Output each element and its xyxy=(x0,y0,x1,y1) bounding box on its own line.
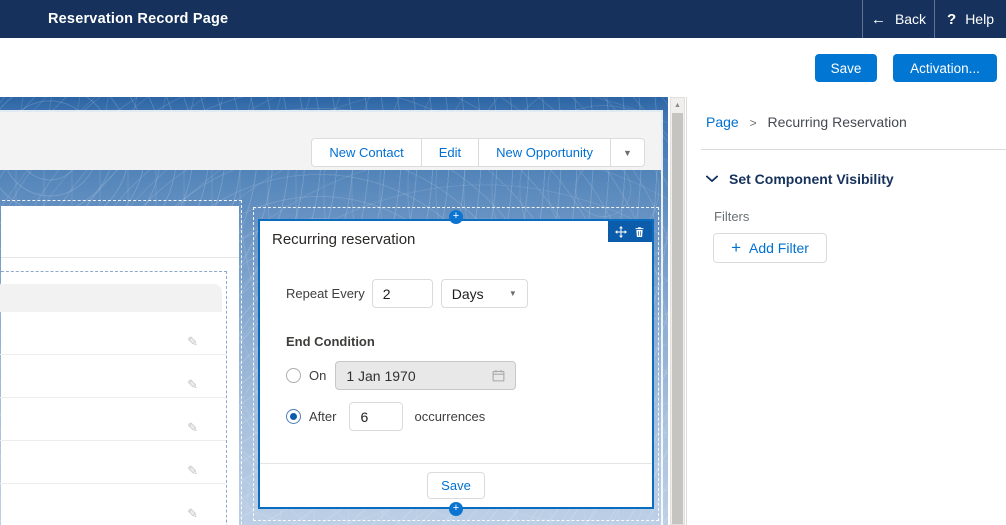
breadcrumb-page-link[interactable]: Page xyxy=(706,114,739,130)
frequency-select[interactable]: Days ▼ xyxy=(441,279,528,308)
component-title: Recurring reservation xyxy=(260,221,652,248)
field-section-header xyxy=(0,284,222,312)
end-after-row: After 6 occurrences xyxy=(286,402,652,431)
after-radio[interactable] xyxy=(286,409,301,424)
component-footer: Save xyxy=(260,463,652,507)
on-date-value: 1 Jan 1970 xyxy=(346,368,415,384)
record-detail-fields-region: ✎ ✎ ✎ ✎ ✎ xyxy=(0,271,227,525)
repeat-every-label: Repeat Every xyxy=(286,286,365,301)
help-button[interactable]: ? Help xyxy=(934,0,1006,38)
chevron-down-icon: ▼ xyxy=(509,289,517,298)
canvas-region-right[interactable]: + Recurring reservation xyxy=(253,207,659,521)
chevron-down-icon: ▼ xyxy=(623,148,632,158)
pencil-icon[interactable]: ✎ xyxy=(187,335,198,348)
add-filter-label: Add Filter xyxy=(749,240,809,256)
page-title: Reservation Record Page xyxy=(48,0,228,38)
on-label: On xyxy=(309,368,326,383)
add-filter-button[interactable]: + Add Filter xyxy=(713,233,827,263)
plus-circle-icon-top[interactable]: + xyxy=(449,210,463,224)
move-icon[interactable] xyxy=(615,226,627,238)
back-button[interactable]: ← Back xyxy=(862,0,934,38)
help-button-label: Help xyxy=(965,11,994,27)
trash-icon[interactable] xyxy=(634,226,645,238)
arrow-left-icon: ← xyxy=(871,11,886,28)
frequency-value: Days xyxy=(452,286,484,302)
back-button-label: Back xyxy=(895,11,926,27)
end-condition-label: End Condition xyxy=(286,334,652,349)
after-occurrences-input[interactable]: 6 xyxy=(349,402,403,431)
filters-label: Filters xyxy=(714,209,1006,224)
breadcrumb-current: Recurring Reservation xyxy=(768,114,907,130)
activation-button[interactable]: Activation... xyxy=(893,54,997,82)
scroll-up-icon[interactable]: ▲ xyxy=(671,98,684,112)
record-highlights-panel[interactable]: New Contact Edit New Opportunity ▼ xyxy=(0,112,661,170)
question-mark-icon: ? xyxy=(947,11,956,28)
repeat-every-input[interactable]: 2 xyxy=(372,279,433,308)
after-label: After xyxy=(309,409,336,424)
field-row: ✎ xyxy=(0,398,226,441)
component-visibility-title: Set Component Visibility xyxy=(729,171,894,187)
recurring-reservation-component[interactable]: Recurring reservation Repeat Every 2 Day… xyxy=(258,219,654,509)
component-toolbar xyxy=(608,221,652,242)
page-canvas: New Contact Edit New Opportunity ▼ ✎ ✎ ✎… xyxy=(0,97,668,525)
chevron-down-icon xyxy=(706,175,718,183)
plus-circle-icon-bottom[interactable]: + xyxy=(449,502,463,516)
component-visibility-section-toggle[interactable]: Set Component Visibility xyxy=(706,171,1006,187)
edit-button[interactable]: Edit xyxy=(422,138,479,167)
builder-action-bar: Save Activation... xyxy=(0,38,1006,97)
on-date-input[interactable]: 1 Jan 1970 xyxy=(335,361,516,390)
builder-header: Reservation Record Page ← Back ? Help xyxy=(0,0,1006,38)
calendar-icon xyxy=(492,369,505,382)
canvas-scrollbar[interactable]: ▲ xyxy=(670,97,685,525)
pencil-icon[interactable]: ✎ xyxy=(187,507,198,520)
record-detail-component[interactable]: ✎ ✎ ✎ ✎ ✎ xyxy=(1,206,239,525)
properties-panel: Page > Recurring Reservation Set Compone… xyxy=(686,97,1006,525)
canvas-region-left[interactable]: ✎ ✎ ✎ ✎ ✎ xyxy=(0,200,242,525)
pencil-icon[interactable]: ✎ xyxy=(187,421,198,434)
occurrences-label: occurrences xyxy=(414,409,485,424)
field-row: ✎ xyxy=(0,484,226,525)
pencil-icon[interactable]: ✎ xyxy=(187,464,198,477)
record-action-group: New Contact Edit New Opportunity ▼ xyxy=(311,138,645,167)
end-on-row: On 1 Jan 1970 xyxy=(286,361,652,390)
breadcrumb-separator: > xyxy=(750,116,757,130)
field-row: ✎ xyxy=(0,355,226,398)
on-radio[interactable] xyxy=(286,368,301,383)
pencil-icon[interactable]: ✎ xyxy=(187,378,198,391)
new-opportunity-button[interactable]: New Opportunity xyxy=(479,138,611,167)
breadcrumb: Page > Recurring Reservation xyxy=(706,114,1006,130)
field-row: ✎ xyxy=(0,312,226,355)
more-actions-dropdown[interactable]: ▼ xyxy=(611,138,645,167)
field-row: ✎ xyxy=(0,441,226,484)
sidebar-divider xyxy=(701,149,1006,150)
component-body: Repeat Every 2 Days ▼ End Condition On 1… xyxy=(260,279,652,431)
header-actions: ← Back ? Help xyxy=(862,0,1006,38)
scrollbar-thumb[interactable] xyxy=(672,113,683,524)
plus-icon: + xyxy=(731,239,741,256)
lightning-app-builder: Reservation Record Page ← Back ? Help Sa… xyxy=(0,0,1006,525)
save-page-button[interactable]: Save xyxy=(815,54,877,82)
repeat-every-row: Repeat Every 2 Days ▼ xyxy=(286,279,652,308)
component-save-button[interactable]: Save xyxy=(427,472,485,499)
new-contact-button[interactable]: New Contact xyxy=(311,138,421,167)
record-detail-header xyxy=(1,206,239,258)
